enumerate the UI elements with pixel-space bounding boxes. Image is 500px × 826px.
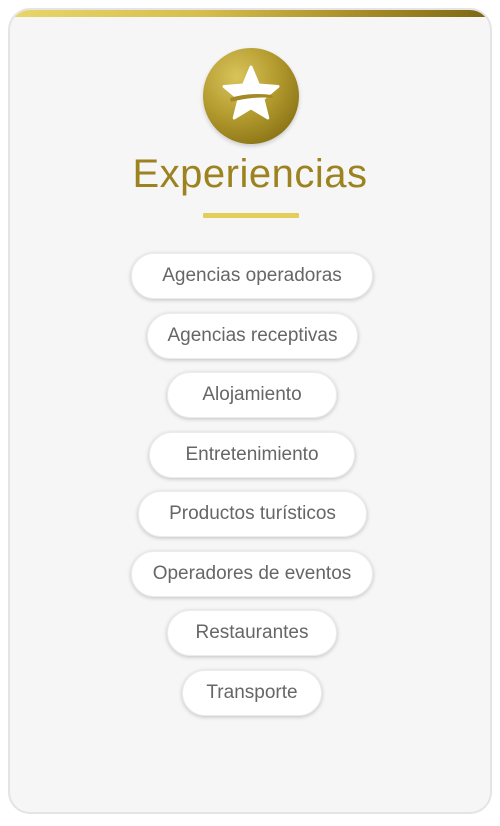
category-button-productos-turisticos[interactable]: Productos turísticos	[138, 491, 367, 537]
category-button-entretenimiento[interactable]: Entretenimiento	[149, 432, 355, 478]
title-divider	[203, 213, 299, 218]
category-button-alojamiento[interactable]: Alojamiento	[167, 372, 337, 418]
page-title: Experiencias	[132, 152, 368, 196]
category-button-operadores-de-eventos[interactable]: Operadores de eventos	[131, 551, 373, 597]
category-button-restaurantes[interactable]: Restaurantes	[167, 610, 337, 656]
category-button-transporte[interactable]: Transporte	[182, 670, 322, 716]
experiences-card: Experiencias Agencias operadoras Agencia…	[8, 8, 492, 814]
gold-accent-bar	[10, 10, 490, 17]
category-button-agencias-operadoras[interactable]: Agencias operadoras	[131, 253, 373, 299]
star-icon	[222, 65, 280, 120]
category-button-agencias-receptivas[interactable]: Agencias receptivas	[147, 313, 358, 359]
star-badge	[203, 48, 299, 144]
